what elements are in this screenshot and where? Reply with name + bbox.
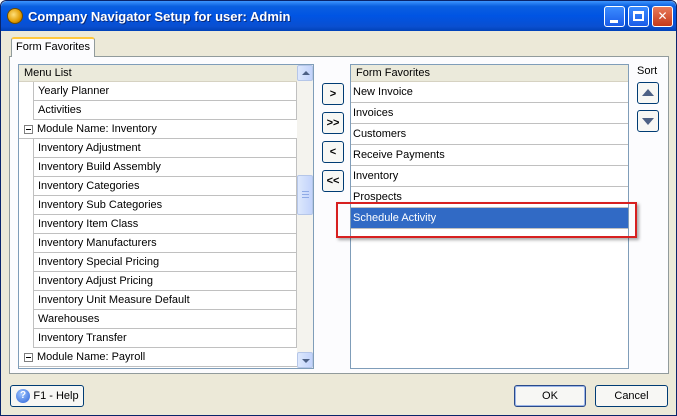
remove-all-button[interactable]: <<	[322, 170, 344, 192]
menu-list-header: Menu List	[19, 65, 313, 82]
add-button[interactable]: >	[322, 83, 344, 105]
scroll-down-button[interactable]	[297, 352, 313, 368]
help-button[interactable]: ? F1 - Help	[10, 385, 84, 407]
menu-list-rows: Yearly Planner Activities Module Name: Inv…	[19, 82, 297, 367]
scroll-thumb[interactable]	[297, 175, 313, 215]
list-item[interactable]: Inventory Transfer	[33, 329, 297, 348]
list-item[interactable]: Inventory Build Assembly	[33, 158, 297, 177]
grip-line	[302, 194, 309, 195]
list-item[interactable]: Inventory Adjustment	[33, 139, 297, 158]
list-item-label: Yearly Planner	[38, 85, 110, 97]
list-item-label: Inventory Transfer	[38, 332, 127, 344]
list-item[interactable]: Inventory Categories	[33, 177, 297, 196]
grip-line	[302, 197, 309, 198]
list-item[interactable]: Invoices	[351, 103, 628, 124]
tab-form-favorites[interactable]: Form Favorites	[11, 37, 95, 57]
module-group-row[interactable]: Module Name: Payroll	[19, 348, 297, 367]
annotation-highlight-box	[336, 202, 637, 238]
sort-up-button[interactable]	[637, 82, 659, 104]
title-bar[interactable]: Company Navigator Setup for user: Admin …	[1, 1, 676, 31]
add-all-button[interactable]: >>	[322, 112, 344, 134]
list-item[interactable]: Inventory Item Class	[33, 215, 297, 234]
list-item[interactable]: Customers	[351, 124, 628, 145]
list-item-label: Customers	[353, 128, 407, 140]
list-item-label: Receive Payments	[353, 149, 445, 161]
collapse-icon[interactable]	[24, 125, 33, 134]
list-item-label: Inventory Manufacturers	[38, 237, 157, 249]
list-item[interactable]: Inventory Unit Measure Default	[33, 291, 297, 310]
scroll-up-button[interactable]	[297, 65, 313, 81]
list-item-label: Module Name: Payroll	[37, 351, 146, 363]
list-item[interactable]: Warehouses	[33, 310, 297, 329]
list-item[interactable]: Inventory Special Pricing	[33, 253, 297, 272]
remove-button[interactable]: <	[322, 141, 344, 163]
list-item[interactable]: Receive Payments	[351, 145, 628, 166]
list-item[interactable]: Inventory Sub Categories	[33, 196, 297, 215]
chevron-down-icon	[302, 359, 310, 363]
minimize-icon	[610, 20, 618, 23]
minimize-button[interactable]	[604, 6, 625, 27]
list-item-label: Inventory Unit Measure Default	[38, 294, 190, 306]
list-item[interactable]: Yearly Planner	[33, 82, 297, 101]
form-favorites-header: Form Favorites	[351, 65, 628, 82]
triangle-up-icon	[642, 89, 654, 96]
list-item-label: Invoices	[353, 107, 394, 119]
menu-list-scrollbar[interactable]	[297, 65, 313, 368]
help-icon: ?	[16, 389, 30, 403]
list-item-label: Inventory	[353, 170, 399, 182]
maximize-button[interactable]	[628, 6, 649, 27]
help-button-label: F1 - Help	[33, 390, 79, 402]
ok-button[interactable]: OK	[514, 385, 586, 407]
list-item[interactable]: Activities	[33, 101, 297, 120]
dialog-window: Company Navigator Setup for user: Admin …	[0, 0, 677, 416]
list-item-label: Activities	[38, 104, 82, 116]
list-item-label: Inventory Item Class	[38, 218, 139, 230]
window-title: Company Navigator Setup for user: Admin	[28, 9, 291, 24]
collapse-icon[interactable]	[24, 353, 33, 362]
list-item-label: Module Name: Inventory	[37, 123, 157, 135]
maximize-icon	[633, 11, 644, 21]
list-item-label: Inventory Sub Categories	[38, 199, 163, 211]
list-item-label: Inventory Categories	[38, 180, 140, 192]
sort-down-button[interactable]	[637, 110, 659, 132]
list-item-label: Inventory Special Pricing	[38, 256, 160, 268]
list-item-label: New Invoice	[353, 86, 413, 98]
menu-list[interactable]: Menu List Yearly Planner Activities Module…	[18, 64, 314, 369]
app-icon	[7, 8, 23, 24]
list-item-label: Inventory Build Assembly	[38, 161, 161, 173]
list-item[interactable]: New Invoice	[351, 82, 628, 103]
cancel-button[interactable]: Cancel	[595, 385, 668, 407]
list-item-label: Inventory Adjust Pricing	[38, 275, 153, 287]
close-icon: ✕	[657, 9, 668, 23]
grip-line	[302, 191, 309, 192]
close-button[interactable]: ✕	[652, 6, 673, 27]
list-item[interactable]: Inventory Adjust Pricing	[33, 272, 297, 291]
sort-label: Sort	[637, 65, 658, 77]
list-item-label: Inventory Adjustment	[38, 142, 141, 154]
list-item-label: Warehouses	[38, 313, 100, 325]
module-group-row[interactable]: Module Name: Inventory	[19, 120, 297, 139]
list-item[interactable]: Inventory	[351, 166, 628, 187]
chevron-up-icon	[302, 71, 310, 75]
list-item[interactable]: Inventory Manufacturers	[33, 234, 297, 253]
triangle-down-icon	[642, 118, 654, 125]
